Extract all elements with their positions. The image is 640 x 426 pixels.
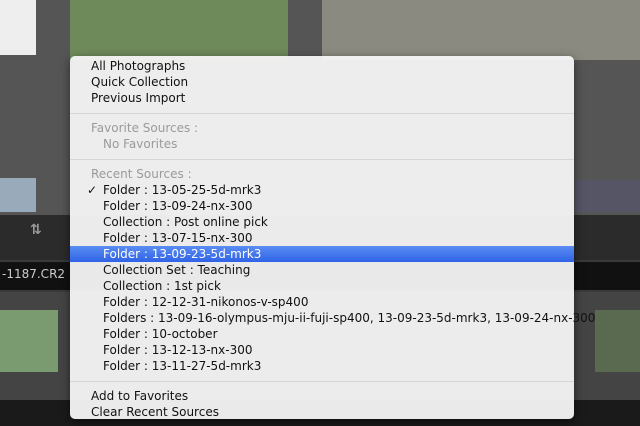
menu-item-recent-source[interactable]: Folders : 13-09-16-olympus-mju-ii-fuji-s…: [70, 310, 595, 326]
menu-separator: [70, 381, 574, 382]
menu-item-add-to-favorites[interactable]: Add to Favorites: [70, 388, 574, 404]
menu-item-label: Folders : 13-09-16-olympus-mju-ii-fuji-s…: [103, 311, 596, 325]
menu-item-label: Folder : 13-09-24-nx-300: [103, 199, 253, 213]
menu-item-previous-import[interactable]: Previous Import: [70, 90, 574, 106]
menu-item-label: Collection : 1st pick: [103, 279, 221, 293]
menu-item-label: Folder : 13-09-23-5d-mrk3: [103, 247, 262, 261]
filmstrip-thumbnail[interactable]: [595, 310, 640, 372]
menu-item-label: Folder : 13-07-15-nx-300: [103, 231, 253, 245]
menu-separator: [70, 113, 574, 114]
sort-icon[interactable]: ⇅: [30, 222, 42, 238]
menu-item-label: Collection : Post online pick: [103, 215, 268, 229]
menu-item-recent-source[interactable]: Folder : 13-12-13-nx-300: [70, 342, 574, 358]
thumbnail[interactable]: [322, 0, 640, 60]
thumbnail[interactable]: [70, 0, 288, 60]
menu-item-recent-source[interactable]: Collection : 1st pick: [70, 278, 574, 294]
menu-item-recent-source[interactable]: Collection : Post online pick: [70, 214, 574, 230]
checkmark-icon: ✓: [87, 183, 98, 197]
source-menu: All Photographs Quick Collection Previou…: [70, 56, 595, 420]
thumbnail[interactable]: [0, 0, 36, 55]
menu-item-recent-source[interactable]: Folder : 10-october: [70, 326, 574, 342]
menu-item-label: Folder : 13-11-27-5d-mrk3: [103, 359, 262, 373]
menu-item-recent-source[interactable]: Folder : 13-07-15-nx-300: [70, 230, 574, 246]
menu-separator: [70, 159, 574, 160]
filename-label[interactable]: -1187.CR2: [2, 267, 65, 281]
favorites-header: Favorite Sources :: [91, 121, 199, 135]
menu-item-label: Folder : 10-october: [103, 327, 218, 341]
menu-item-clear-recent-sources[interactable]: Clear Recent Sources: [70, 404, 574, 420]
menu-item-recent-source[interactable]: ✓ Folder : 13-05-25-5d-mrk3: [70, 182, 574, 198]
no-favorites: No Favorites: [103, 137, 178, 151]
menu-item-label: Collection Set : Teaching: [103, 263, 251, 277]
recent-header: Recent Sources :: [91, 167, 192, 181]
menu-item-recent-source[interactable]: Folder : 13-09-24-nx-300: [70, 198, 574, 214]
menu-item-recent-source[interactable]: Collection Set : Teaching: [70, 262, 574, 278]
filmstrip-thumbnail[interactable]: [0, 310, 58, 372]
menu-item-recent-source[interactable]: Folder : 13-11-27-5d-mrk3: [70, 358, 574, 374]
menu-item-recent-source[interactable]: Folder : 13-09-23-5d-mrk3: [70, 246, 574, 262]
menu-item-quick-collection[interactable]: Quick Collection: [70, 74, 574, 90]
menu-item-all-photographs[interactable]: All Photographs: [70, 58, 574, 74]
menu-item-label: Folder : 13-12-13-nx-300: [103, 343, 253, 357]
thumbnail[interactable]: [0, 178, 36, 212]
menu-item-label: Folder : 12-12-31-nikonos-v-sp400: [103, 295, 309, 309]
menu-item-recent-source[interactable]: Folder : 12-12-31-nikonos-v-sp400: [70, 294, 574, 310]
menu-item-label: Folder : 13-05-25-5d-mrk3: [103, 183, 262, 197]
thumbnail[interactable]: [575, 180, 640, 212]
